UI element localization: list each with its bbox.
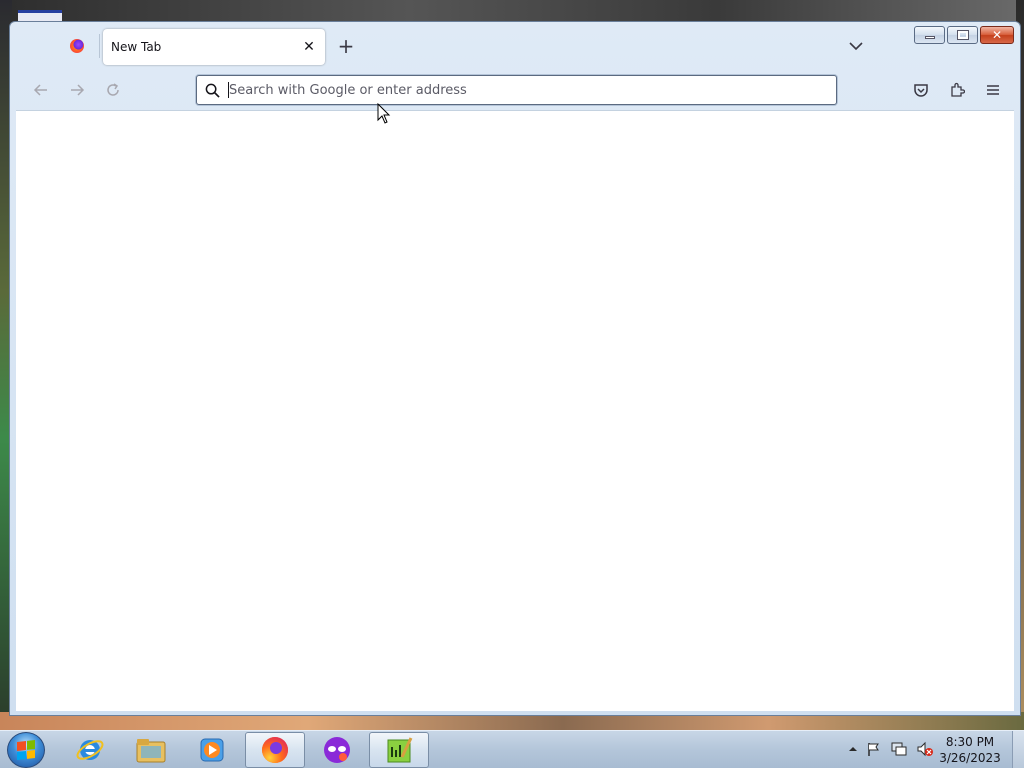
url-input[interactable] <box>229 78 836 102</box>
close-window-button[interactable]: ✕ <box>980 26 1014 44</box>
address-bar[interactable] <box>196 75 837 105</box>
new-tab-button[interactable]: + <box>335 36 357 58</box>
extensions-button[interactable] <box>945 78 969 102</box>
taskbar-item-ie[interactable] <box>60 732 120 768</box>
pocket-button[interactable] <box>909 78 933 102</box>
puzzle-piece-icon <box>951 82 965 97</box>
taskbar-item-explorer[interactable] <box>121 732 181 768</box>
reload-icon <box>107 83 119 96</box>
network-icon[interactable] <box>890 741 908 757</box>
navigation-toolbar <box>10 70 1020 110</box>
taskbar-clock[interactable]: 8:30 PM 3/26/2023 <box>938 734 1002 766</box>
clock-date: 3/26/2023 <box>939 751 1001 765</box>
reload-button[interactable] <box>101 78 125 102</box>
volume-muted-icon[interactable] <box>916 741 934 757</box>
hamburger-menu-icon <box>987 85 999 95</box>
clock-time: 8:30 PM <box>945 735 995 749</box>
taskbar-item-media-player[interactable] <box>182 732 242 768</box>
start-button[interactable] <box>7 732 45 768</box>
pocket-icon <box>914 84 928 97</box>
window-controls: ✕ <box>914 26 1014 44</box>
mask-icon <box>324 737 350 763</box>
folder-icon <box>136 739 166 763</box>
system-tray <box>848 741 934 757</box>
minimize-icon <box>924 36 935 39</box>
firefox-window: New Tab ✕ + ✕ <box>9 21 1021 716</box>
list-all-tabs-button[interactable] <box>846 36 866 56</box>
arrow-right-icon <box>71 84 85 96</box>
arrow-left-icon <box>33 84 47 96</box>
media-player-icon <box>200 738 224 762</box>
back-button[interactable] <box>29 78 53 102</box>
taskbar: 8:30 PM 3/26/2023 <box>0 730 1024 768</box>
show-desktop-button[interactable] <box>1012 731 1024 768</box>
ie-icon <box>76 740 104 760</box>
notepad-chart-icon <box>387 737 413 763</box>
page-content[interactable] <box>16 110 1014 711</box>
maximize-button[interactable] <box>947 26 978 44</box>
app-menu-button[interactable] <box>981 78 1005 102</box>
taskbar-item-mask-app[interactable] <box>307 732 367 768</box>
desktop-background-top <box>0 0 1024 22</box>
forward-button[interactable] <box>65 78 89 102</box>
pinned-tab[interactable] <box>55 29 99 63</box>
chevron-up-icon[interactable] <box>848 744 858 754</box>
tab-separator <box>99 34 100 58</box>
close-tab-icon[interactable]: ✕ <box>301 39 317 55</box>
taskbar-item-editor[interactable] <box>369 732 429 768</box>
tab-title: New Tab <box>111 40 162 54</box>
chevron-down-icon <box>849 42 863 51</box>
restore-icon <box>956 30 969 40</box>
search-icon <box>205 83 220 98</box>
firefox-icon <box>262 737 288 763</box>
firefox-icon <box>70 39 84 53</box>
close-icon: ✕ <box>991 28 1003 42</box>
windows-logo-icon <box>17 740 35 760</box>
minimize-button[interactable] <box>914 26 945 44</box>
action-center-flag-icon[interactable] <box>866 741 882 757</box>
mouse-cursor-icon <box>377 103 391 124</box>
tab-new-tab[interactable]: New Tab ✕ <box>103 29 325 65</box>
tab-strip: New Tab ✕ + <box>10 22 1020 70</box>
taskbar-item-firefox[interactable] <box>245 732 305 768</box>
